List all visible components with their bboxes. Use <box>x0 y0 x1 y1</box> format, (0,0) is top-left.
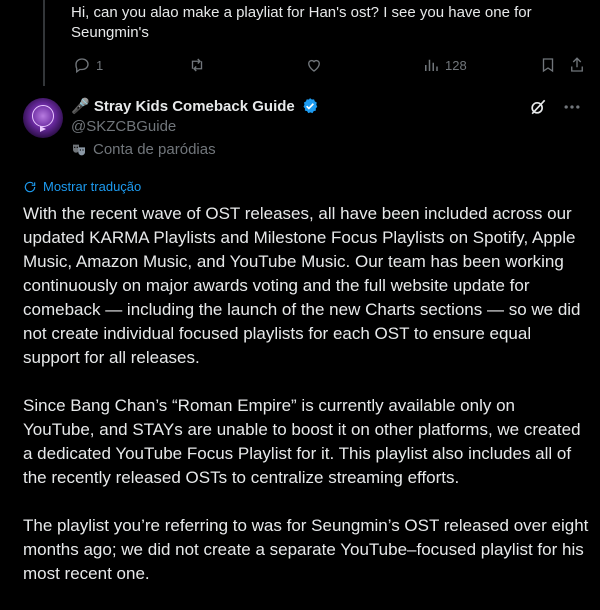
views-icon <box>425 59 438 71</box>
share-icon <box>571 57 583 72</box>
more-options-icon[interactable] <box>562 97 582 117</box>
show-translation-label: Mostrar tradução <box>43 179 142 194</box>
author-name[interactable]: 🎤 Stray Kids Comeback Guide <box>71 97 295 115</box>
reply-button[interactable]: 1 <box>73 54 103 76</box>
reply-text: Hi, can you alao make a playliat for Han… <box>71 4 532 41</box>
grok-icon[interactable] <box>528 97 548 117</box>
repost-button[interactable] <box>188 54 206 76</box>
parody-text: Conta de paródias <box>93 141 216 158</box>
post-body: With the recent wave of OST releases, al… <box>23 202 589 610</box>
verified-badge-icon <box>303 98 318 114</box>
bookmark-button[interactable] <box>539 54 557 76</box>
avatar[interactable] <box>23 98 63 138</box>
show-translation-link[interactable]: Mostrar tradução <box>23 179 141 194</box>
repost-icon <box>191 58 203 72</box>
reply-count: 1 <box>96 57 104 73</box>
post-paragraph: With the recent wave of OST releases, al… <box>23 204 581 367</box>
bookmark-icon <box>542 58 554 73</box>
heart-icon <box>308 59 320 72</box>
author-row: 🎤 Stray Kids Comeback Guide <box>71 96 319 116</box>
post-paragraph: The playlist you’re referring to was for… <box>23 516 589 583</box>
thread-connector-line <box>43 0 45 86</box>
post-header-actions <box>528 97 582 117</box>
like-button[interactable] <box>305 54 323 76</box>
reply-action-bar: 1 128 <box>60 54 595 76</box>
parody-account-label: Conta de paródias <box>71 141 216 158</box>
views-count: 128 <box>445 57 467 73</box>
reply-icon <box>75 58 89 74</box>
share-button[interactable] <box>568 54 586 76</box>
parody-mask-icon <box>73 144 85 155</box>
author-handle[interactable]: @SKZCBGuide <box>71 118 176 135</box>
translate-icon <box>24 181 36 192</box>
views-button[interactable]: 128 <box>422 54 467 76</box>
post-paragraph: Since Bang Chan’s “Roman Empire” is curr… <box>23 396 581 487</box>
avatar-logo-ring <box>32 105 54 127</box>
